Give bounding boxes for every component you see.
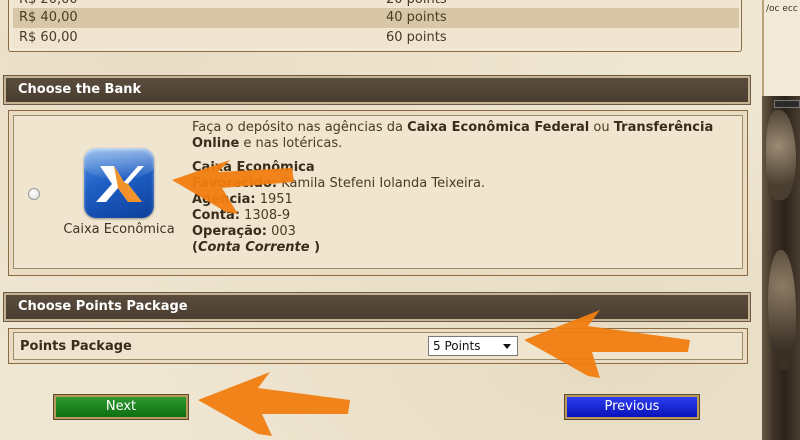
price-table: R$ 20,00 20 points R$ 40,00 40 points R$…: [8, 0, 742, 52]
bank-panel: Caixa Econômica Faça o depósito nas agên…: [8, 110, 748, 276]
table-row: R$ 60,00 60 points: [13, 28, 739, 48]
package-row: Points Package 5 Points: [13, 332, 743, 360]
bank-radio-button[interactable]: [28, 188, 40, 200]
select-value: 5 Points: [433, 339, 481, 353]
package-panel: Points Package 5 Points: [8, 328, 748, 364]
bank-title: Caixa Econômica: [192, 160, 315, 175]
package-section-header: Choose Points Package: [3, 292, 751, 322]
side-bar: [774, 100, 800, 108]
bank-section-header: Choose the Bank: [3, 75, 751, 105]
next-button[interactable]: Next: [53, 394, 189, 420]
caixa-logo-icon[interactable]: [84, 148, 154, 218]
previous-button[interactable]: Previous: [564, 394, 700, 420]
operation-value: 003: [266, 224, 296, 239]
points-package-select[interactable]: 5 Points: [428, 336, 518, 356]
intro-prefix: Faça o depósito nas agências da: [192, 120, 408, 135]
price-amount: R$ 60,00: [19, 30, 78, 45]
account-value: 1308-9: [239, 208, 291, 223]
agency-value: 1951: [255, 192, 293, 207]
side-art-shape: [768, 250, 796, 370]
caixa-x-mark: [96, 166, 144, 202]
intro-or: ou: [589, 120, 614, 135]
owner-label: Favorecido:: [192, 176, 278, 191]
owner-value: Kamila Stefeni Iolanda Teixeira.: [277, 176, 486, 191]
bank-details: Faça o depósito nas agências da Caixa Ec…: [192, 120, 742, 256]
account-label: Conta:: [192, 208, 240, 223]
chevron-down-icon: [503, 344, 511, 349]
intro-bank: Caixa Econômica Federal: [407, 120, 590, 135]
bank-option: Caixa Econômica Faça o depósito nas agên…: [13, 115, 743, 269]
operation-label: Operação:: [192, 224, 267, 239]
side-art-shape: [766, 110, 796, 200]
side-artwork: /oc ecc: [762, 0, 800, 440]
side-note: /oc ecc: [762, 0, 800, 96]
bank-logo-label: Caixa Econômica: [63, 222, 175, 237]
account-type-close: ): [309, 240, 321, 255]
account-type: Conta Corrente: [197, 240, 310, 255]
price-points: 60 points: [386, 30, 447, 45]
price-points: 40 points: [386, 10, 447, 25]
intro-suffix: e nas lotéricas.: [239, 136, 343, 151]
price-amount: R$ 40,00: [19, 10, 78, 25]
table-row: R$ 40,00 40 points: [13, 8, 739, 28]
package-label: Points Package: [20, 339, 132, 354]
agency-label: Agência:: [192, 192, 256, 207]
